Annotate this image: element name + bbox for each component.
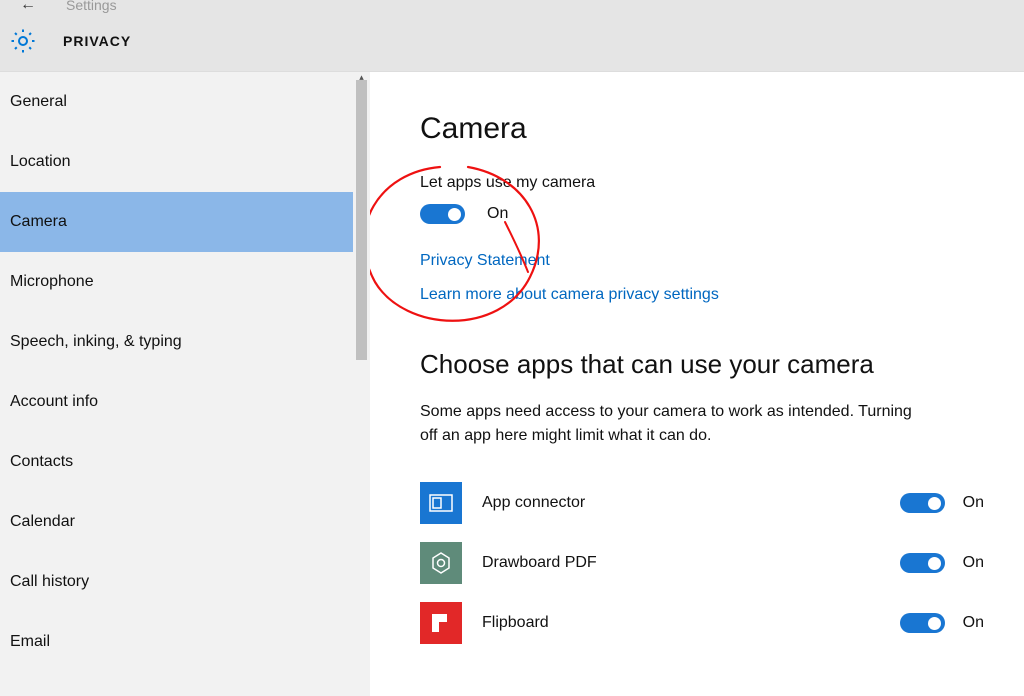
sidebar-item-label: Call history: [10, 573, 89, 591]
back-text: ←: [20, 0, 36, 14]
master-toggle-label: Let apps use my camera: [420, 174, 994, 192]
sidebar-item-label: Microphone: [10, 273, 94, 291]
page-header: PRIVACY: [0, 10, 1024, 72]
sidebar-item-contacts[interactable]: Contacts: [0, 432, 370, 492]
app-toggle-value: On: [963, 554, 984, 572]
apps-section-title: Choose apps that can use your camera: [420, 349, 994, 380]
sidebar-item-calendar[interactable]: Calendar: [0, 492, 370, 552]
sidebar-item-label: Location: [10, 153, 71, 171]
toggle-knob: [928, 617, 941, 630]
app-name-label: Flipboard: [482, 614, 900, 632]
learn-more-link[interactable]: Learn more about camera privacy settings: [420, 286, 994, 304]
toggle-knob: [448, 208, 461, 221]
title-bar: ← Settings: [0, 0, 1024, 10]
sidebar-item-label: Account info: [10, 393, 98, 411]
sidebar-item-account[interactable]: Account info: [0, 372, 370, 432]
app-toggle-value: On: [963, 494, 984, 512]
sidebar-item-camera[interactable]: Camera: [0, 192, 370, 252]
app-row: App connector On: [420, 473, 994, 533]
app-toggle[interactable]: [900, 613, 945, 633]
scroll-thumb[interactable]: [356, 80, 367, 360]
sidebar-item-microphone[interactable]: Microphone: [0, 252, 370, 312]
sidebar: General Location Camera Microphone Speec…: [0, 72, 370, 696]
app-toggle[interactable]: [900, 553, 945, 573]
toggle-knob: [928, 557, 941, 570]
app-row: Drawboard PDF On: [420, 533, 994, 593]
drawboard-icon: [420, 542, 462, 584]
app-name-label: Drawboard PDF: [482, 554, 900, 572]
master-toggle-value: On: [487, 205, 508, 223]
sidebar-item-label: Email: [10, 633, 50, 651]
section-heading: PRIVACY: [63, 33, 131, 49]
gear-icon: [8, 26, 38, 56]
sidebar-item-label: Contacts: [10, 453, 73, 471]
app-row: Flipboard On: [420, 593, 994, 653]
content-pane: Camera Let apps use my camera On Privacy…: [370, 72, 1024, 696]
sidebar-item-callhistory[interactable]: Call history: [0, 552, 370, 612]
app-toggle-value: On: [963, 614, 984, 632]
app-name-label: App connector: [482, 494, 900, 512]
page-title: Camera: [420, 112, 994, 146]
app-toggle[interactable]: [900, 493, 945, 513]
app-name: Settings: [66, 0, 117, 13]
sidebar-item-label: Speech, inking, & typing: [10, 333, 182, 351]
sidebar-scrollbar[interactable]: ▴: [353, 72, 370, 696]
toggle-knob: [928, 497, 941, 510]
master-toggle[interactable]: [420, 204, 465, 224]
sidebar-item-label: Camera: [10, 213, 67, 231]
sidebar-item-email[interactable]: Email: [0, 612, 370, 672]
sidebar-item-location[interactable]: Location: [0, 132, 370, 192]
apps-section-description: Some apps need access to your camera to …: [420, 400, 920, 448]
sidebar-item-speech[interactable]: Speech, inking, & typing: [0, 312, 370, 372]
sidebar-item-label: Calendar: [10, 513, 75, 531]
sidebar-item-label: General: [10, 93, 67, 111]
privacy-statement-link[interactable]: Privacy Statement: [420, 252, 994, 270]
flipboard-icon: [420, 602, 462, 644]
sidebar-item-general[interactable]: General: [0, 72, 370, 132]
app-connector-icon: [420, 482, 462, 524]
